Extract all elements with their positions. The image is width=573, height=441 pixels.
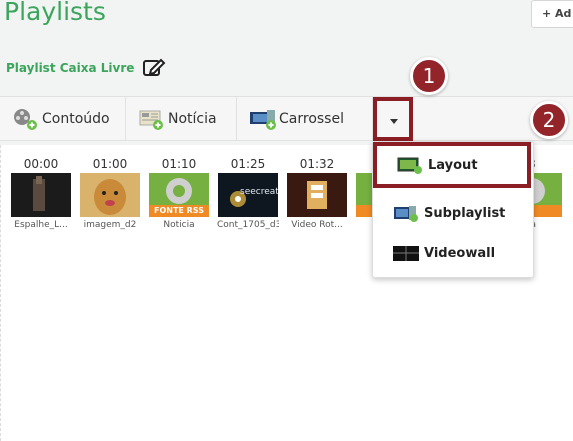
item-name: Espalhe_L... — [14, 220, 68, 230]
add-playlist-button[interactable]: + Ad — [531, 0, 573, 28]
layout-icon — [397, 157, 423, 174]
video-thumbnail — [287, 173, 347, 217]
timeline-item[interactable]: 01:25 seecreate Cont_1705_d3 — [217, 157, 279, 230]
item-name: Video Rot... — [291, 220, 343, 230]
item-time: 01:32 — [299, 157, 335, 171]
edit-icon[interactable] — [142, 57, 166, 79]
add-carousel-label: Carrossel — [279, 111, 344, 127]
timeline-item[interactable]: 01:00 imagem_d2 — [79, 157, 141, 230]
item-time: 01:00 — [92, 157, 128, 171]
add-news-button[interactable]: Notícia — [126, 97, 237, 141]
rss-thumbnail: FONTE RSS — [149, 173, 209, 217]
playlist-name: Playlist Caixa Livre — [6, 61, 135, 75]
videowall-icon — [393, 245, 419, 262]
add-content-button[interactable]: Contoúdo — [0, 97, 126, 141]
item-time: 00:00 — [23, 157, 59, 171]
item-time: 01:10 — [161, 157, 197, 171]
caret-down-icon — [390, 119, 398, 124]
item-name: imagem_d2 — [83, 220, 137, 230]
menu-item-layout[interactable]: Layout — [373, 142, 531, 188]
menu-item-videowall[interactable]: Videowall — [373, 238, 535, 268]
timeline-item[interactable]: 00:00 Espalhe_L... — [10, 157, 72, 230]
add-news-label: Notícia — [168, 111, 217, 127]
page-title: Playlists — [4, 0, 106, 26]
subplaylist-icon — [393, 205, 419, 222]
timeline-item[interactable]: 01:10 FONTE RSS Noticia — [148, 157, 210, 230]
item-time: 01:25 — [230, 157, 266, 171]
step-badge-2: 2 — [530, 101, 568, 139]
film-reel-icon — [12, 107, 38, 131]
menu-item-label: Layout — [428, 157, 478, 173]
add-media-toolbar: Contoúdo Notícia Carrossel — [0, 96, 573, 141]
carousel-icon — [249, 107, 276, 131]
content-thumbnail: seecreate — [218, 173, 278, 217]
more-options-menu: Layout Subplaylist Videowall — [372, 141, 534, 278]
image-thumbnail — [80, 173, 140, 217]
menu-item-label: Videowall — [424, 245, 496, 261]
menu-item-label: Subplaylist — [424, 205, 506, 221]
menu-item-subplaylist[interactable]: Subplaylist — [373, 198, 535, 228]
rss-label: FONTE RSS — [154, 206, 204, 215]
newspaper-icon — [138, 107, 164, 131]
add-content-label: Contoúdo — [42, 111, 110, 127]
video-thumbnail — [11, 173, 71, 217]
item-name: Noticia — [163, 220, 195, 230]
add-carousel-button[interactable]: Carrossel — [237, 97, 373, 141]
item-name: Cont_1705_d3 — [217, 220, 279, 230]
more-options-dropdown-button[interactable] — [373, 97, 413, 141]
step-badge-1: 1 — [410, 57, 448, 95]
seecreate-label: seecreate — [240, 187, 278, 197]
timeline-item[interactable]: 01:32 Video Rot... — [286, 157, 348, 230]
